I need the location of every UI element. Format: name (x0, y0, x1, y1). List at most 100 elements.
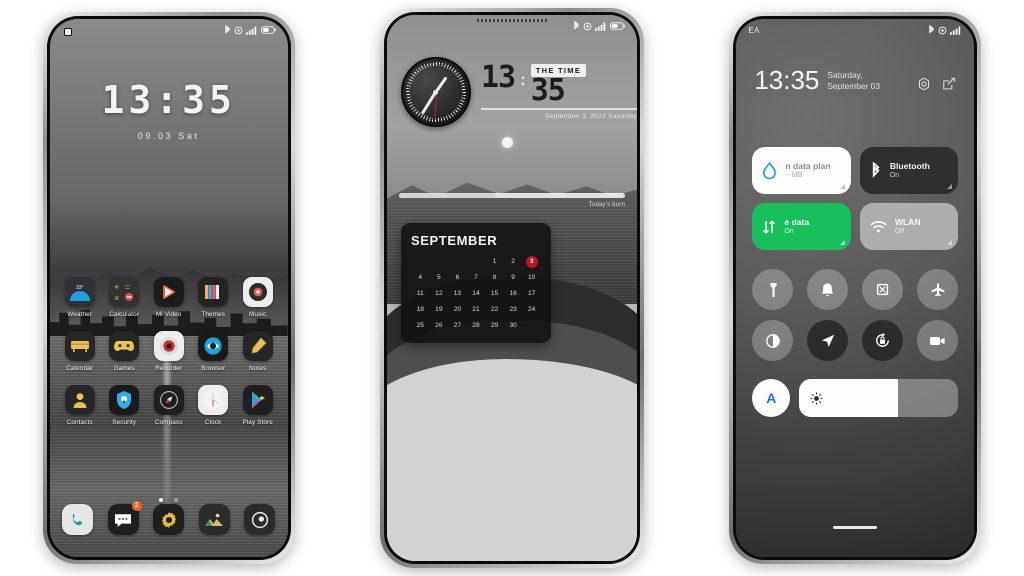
app-mi-video[interactable]: Mi Video (149, 277, 189, 318)
app-compass[interactable]: Compass (149, 385, 189, 426)
home-indicator[interactable] (833, 525, 878, 529)
app-label: Themes (201, 311, 225, 318)
app-label: Recorder (155, 365, 183, 372)
app-label: Browser (201, 365, 226, 372)
calendar-cell: 17 (528, 290, 536, 297)
clock-widget[interactable]: 13 : THE TIME 35 September 3, 2022 Satur… (400, 57, 637, 127)
dock-settings[interactable] (149, 504, 189, 539)
calendar-cell: 11 (416, 290, 424, 297)
tile-title: e data (784, 216, 810, 227)
app-label: Mi Video (155, 311, 182, 318)
calendar-cell: 15 (490, 290, 499, 297)
app-calculator[interactable]: + = × Calculator (104, 277, 144, 318)
bluetooth-icon (224, 25, 230, 34)
app-row: 33° Weather + = × Calculator Mi Video Th… (60, 277, 278, 318)
battery-icon (260, 26, 276, 34)
dock-camera[interactable] (240, 504, 280, 539)
toggle-airplane[interactable] (917, 269, 959, 310)
toggle-location[interactable] (807, 320, 849, 361)
toggle-silent[interactable] (807, 269, 849, 310)
app-label: Security (112, 419, 137, 426)
app-label: Weather (67, 311, 93, 318)
browser-icon (198, 331, 229, 361)
settings-gear-icon[interactable] (917, 77, 931, 91)
app-label: Games (113, 365, 135, 372)
calendar-cell: 13 (453, 290, 462, 297)
notification-badge: 2 (131, 501, 142, 511)
burn-progress-widget[interactable]: Today's burn (398, 193, 625, 208)
toggle-row (752, 320, 959, 361)
tile-wlan[interactable]: WLAN Off (859, 203, 959, 250)
app-weather[interactable]: 33° Weather (60, 277, 100, 318)
progress-label: Today's burn (588, 202, 625, 208)
app-games[interactable]: Games (104, 331, 144, 372)
tile-title: n data plan (785, 160, 831, 171)
app-clock[interactable]: Clock (193, 385, 233, 426)
expand-corner[interactable] (839, 184, 845, 189)
phone3-status-bar: EA (736, 19, 974, 41)
edit-pencil-icon[interactable] (942, 77, 956, 91)
calendar-cell: 22 (490, 306, 499, 313)
calendar-cell: 23 (509, 306, 517, 313)
themes-icon (198, 277, 229, 307)
toggle-dark-mode[interactable] (752, 320, 794, 361)
app-notes[interactable]: Notes (238, 331, 278, 372)
app-row: Contacts Security Compass Clock Play Sto… (60, 385, 278, 426)
signal-icon (950, 26, 961, 35)
calendar-cell: 10 (528, 274, 536, 281)
bluetooth-icon (574, 21, 579, 30)
tile-data-plan[interactable]: n data plan -- MB (752, 147, 851, 194)
phone1-screen: 13:35 09.03 Sat 33° Weather + = × Calcul… (49, 19, 288, 557)
app-play-store[interactable]: Play Store (238, 385, 278, 426)
dock-messages[interactable]: 2 (103, 501, 143, 539)
dock-phone[interactable] (58, 504, 98, 539)
svg-text:×: × (114, 293, 119, 303)
app-themes[interactable]: Themes (193, 277, 233, 318)
calendar-cell: 19 (435, 306, 443, 313)
toggle-rotation-lock[interactable] (862, 320, 904, 361)
control-center-header: 13:35 Saturday, September 03 (754, 67, 956, 93)
page-dot (173, 498, 178, 502)
expand-corner[interactable] (839, 240, 845, 245)
phone-lockscreen-home: 13:35 09.03 Sat 33° Weather + = × Calcul… (42, 12, 295, 564)
calendar-widget[interactable]: SEPTEMBER 1 2 3 4 5 6 7 8 9 10 11 12 13 … (400, 223, 551, 343)
toggle-flashlight[interactable] (752, 269, 794, 310)
app-calendar[interactable]: Calendar (60, 331, 100, 372)
svg-text:+: + (114, 282, 119, 292)
weather-icon: 33° (64, 277, 95, 307)
expand-corner[interactable] (947, 240, 953, 245)
phone1-bezel: 13:35 09.03 Sat 33° Weather + = × Calcul… (46, 16, 291, 560)
security-icon (109, 385, 140, 415)
auto-brightness-button[interactable]: A (752, 379, 791, 417)
app-security[interactable]: Security (104, 385, 144, 426)
calendar-cell: 28 (472, 322, 480, 329)
app-recorder[interactable]: Recorder (149, 331, 189, 372)
recorder-icon (153, 331, 184, 361)
toggle-row (752, 269, 959, 310)
calendar-grid: 1 2 3 4 5 6 7 8 9 10 11 12 13 14 15 16 1… (411, 256, 541, 331)
calendar-cell (430, 257, 449, 267)
dark-mode-icon (765, 333, 780, 348)
page-dot-active (159, 498, 164, 502)
dock-gallery[interactable] (194, 504, 234, 539)
tile-bluetooth[interactable]: Bluetooth On (859, 147, 959, 194)
play-store-icon (242, 385, 273, 415)
brightness-slider[interactable] (799, 379, 959, 417)
app-contacts[interactable]: Contacts (60, 385, 100, 426)
progress-track (398, 193, 625, 198)
dock: 2 (58, 501, 280, 539)
toggle-screen-record[interactable] (917, 320, 959, 361)
tile-mobile-data[interactable]: e data On (752, 203, 851, 250)
expand-corner[interactable] (947, 184, 953, 189)
moon-decoration (501, 137, 513, 148)
tile-subtitle: Off (894, 228, 905, 236)
calendar-cell: 29 (490, 322, 499, 329)
progress-fill (398, 193, 497, 198)
app-browser[interactable]: Browser (193, 331, 233, 372)
lockscreen-date: 09.03 Sat (137, 131, 200, 141)
app-music[interactable]: Music (238, 277, 278, 318)
mi-video-icon (153, 277, 184, 307)
signal-icon (245, 26, 256, 35)
tile-subtitle: -- MB (785, 172, 803, 180)
toggle-screenshot[interactable] (862, 269, 904, 310)
